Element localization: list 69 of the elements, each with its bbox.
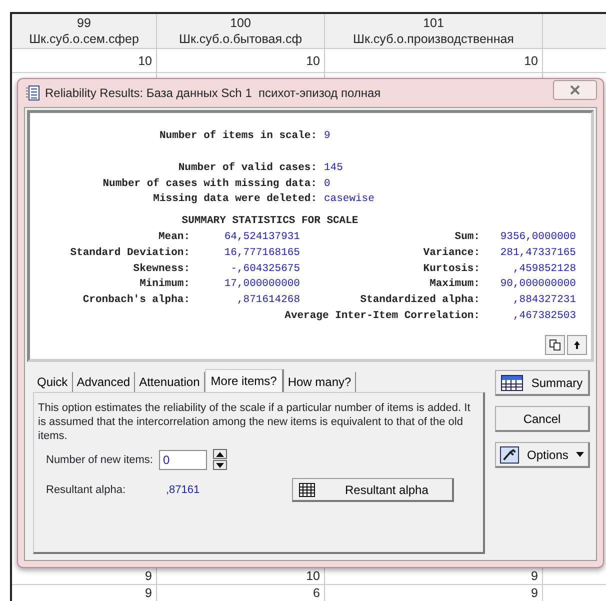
output-value: 281,47337165	[499, 246, 577, 261]
output-label: Missing data were deleted:	[152, 192, 317, 208]
summary-button[interactable]: Summary	[495, 370, 590, 396]
close-button[interactable]	[553, 80, 597, 100]
result-label: Resultant alpha:	[46, 483, 126, 497]
copy-button[interactable]	[545, 335, 565, 355]
expand-button[interactable]	[567, 335, 587, 355]
column-name: Шк.суб.о.производственная	[352, 31, 515, 47]
document-icon	[26, 85, 40, 101]
output-label: Standardized alpha:	[359, 293, 480, 308]
column-name: Шк.суб.о.сем.сфер	[28, 31, 140, 47]
output-value: 9356,0000000	[499, 230, 577, 245]
table-cell: 10	[325, 49, 543, 73]
output-label: Average Inter-Item Correlation:	[284, 308, 480, 324]
output-label: Variance:	[422, 246, 480, 261]
output-label: Mean:	[157, 230, 190, 245]
table-cell: 6	[157, 585, 325, 601]
output-value: -,604325675	[230, 262, 301, 277]
close-icon	[569, 85, 581, 95]
output-label: Minimum:	[138, 277, 190, 292]
output-label: Cronbach's alpha:	[82, 293, 190, 308]
caret-icon	[576, 452, 584, 457]
output-label: Kurtosis:	[422, 262, 480, 277]
output-value: casewise	[323, 192, 374, 208]
result-value: ,87161	[166, 483, 201, 497]
output-label: Maximum:	[428, 277, 480, 292]
table-cell: 10	[12, 49, 157, 73]
table-cell: 10	[157, 49, 325, 73]
window-title: Reliability Results: База данных Sch 1 психот-эпизод полная	[45, 85, 381, 102]
output-value: 16,777168165	[223, 246, 301, 261]
column-number: 101	[422, 15, 445, 31]
number-field[interactable]: 0	[158, 450, 207, 470]
summary-heading: SUMMARY STATISTICS FOR SCALE	[180, 214, 360, 230]
spin-down-button[interactable]	[212, 460, 227, 470]
output-label: Standard Deviation:	[69, 246, 190, 261]
output-value: ,459852128	[512, 262, 577, 277]
output-value: 90,000000000	[499, 277, 577, 292]
output-value: 17,000000000	[223, 277, 301, 292]
output-value: 64,524137931	[223, 230, 301, 245]
output-value: 0	[323, 176, 330, 192]
tab[interactable]: More items?	[204, 369, 284, 392]
table-cell: 9	[12, 585, 157, 601]
output-value: ,467382503	[512, 308, 577, 324]
table-cell: 9	[325, 585, 543, 601]
up-arrow-icon	[573, 340, 581, 350]
grid-icon	[299, 482, 315, 496]
options-button[interactable]: Options	[495, 442, 590, 468]
output-value: 9	[323, 129, 330, 144]
copy-icon	[549, 339, 561, 351]
output-label: Number of items in scale:	[158, 129, 317, 144]
output-value: ,871614268	[236, 293, 301, 308]
output-label: Number of cases with missing data:	[102, 176, 317, 192]
output-label: Sum:	[454, 230, 480, 245]
field-label: Number of new items:	[46, 452, 153, 466]
column-number: 100	[229, 15, 252, 31]
description-text: This option estimates the reliability of the scale if a particular number of items is added. It is assumed that the intercorrelation among the new items is equivalent to that of the old items.	[38, 401, 472, 443]
output-value: ,884327231	[512, 293, 577, 308]
output-label: Number of valid cases:	[177, 160, 317, 176]
output-label: Skewness:	[132, 262, 190, 277]
resultant-alpha-button[interactable]: Resultant alpha	[292, 478, 454, 502]
column-number: 99	[76, 15, 92, 31]
options-icon	[500, 446, 520, 464]
table-icon	[501, 374, 524, 390]
cancel-button[interactable]: Cancel	[495, 406, 590, 432]
spin-up-button[interactable]	[212, 449, 227, 459]
down-triangle-icon	[216, 462, 224, 468]
output-value: 145	[323, 160, 343, 176]
up-triangle-icon	[216, 452, 224, 456]
column-name: Шк.суб.о.бытовая.сф	[178, 31, 303, 47]
